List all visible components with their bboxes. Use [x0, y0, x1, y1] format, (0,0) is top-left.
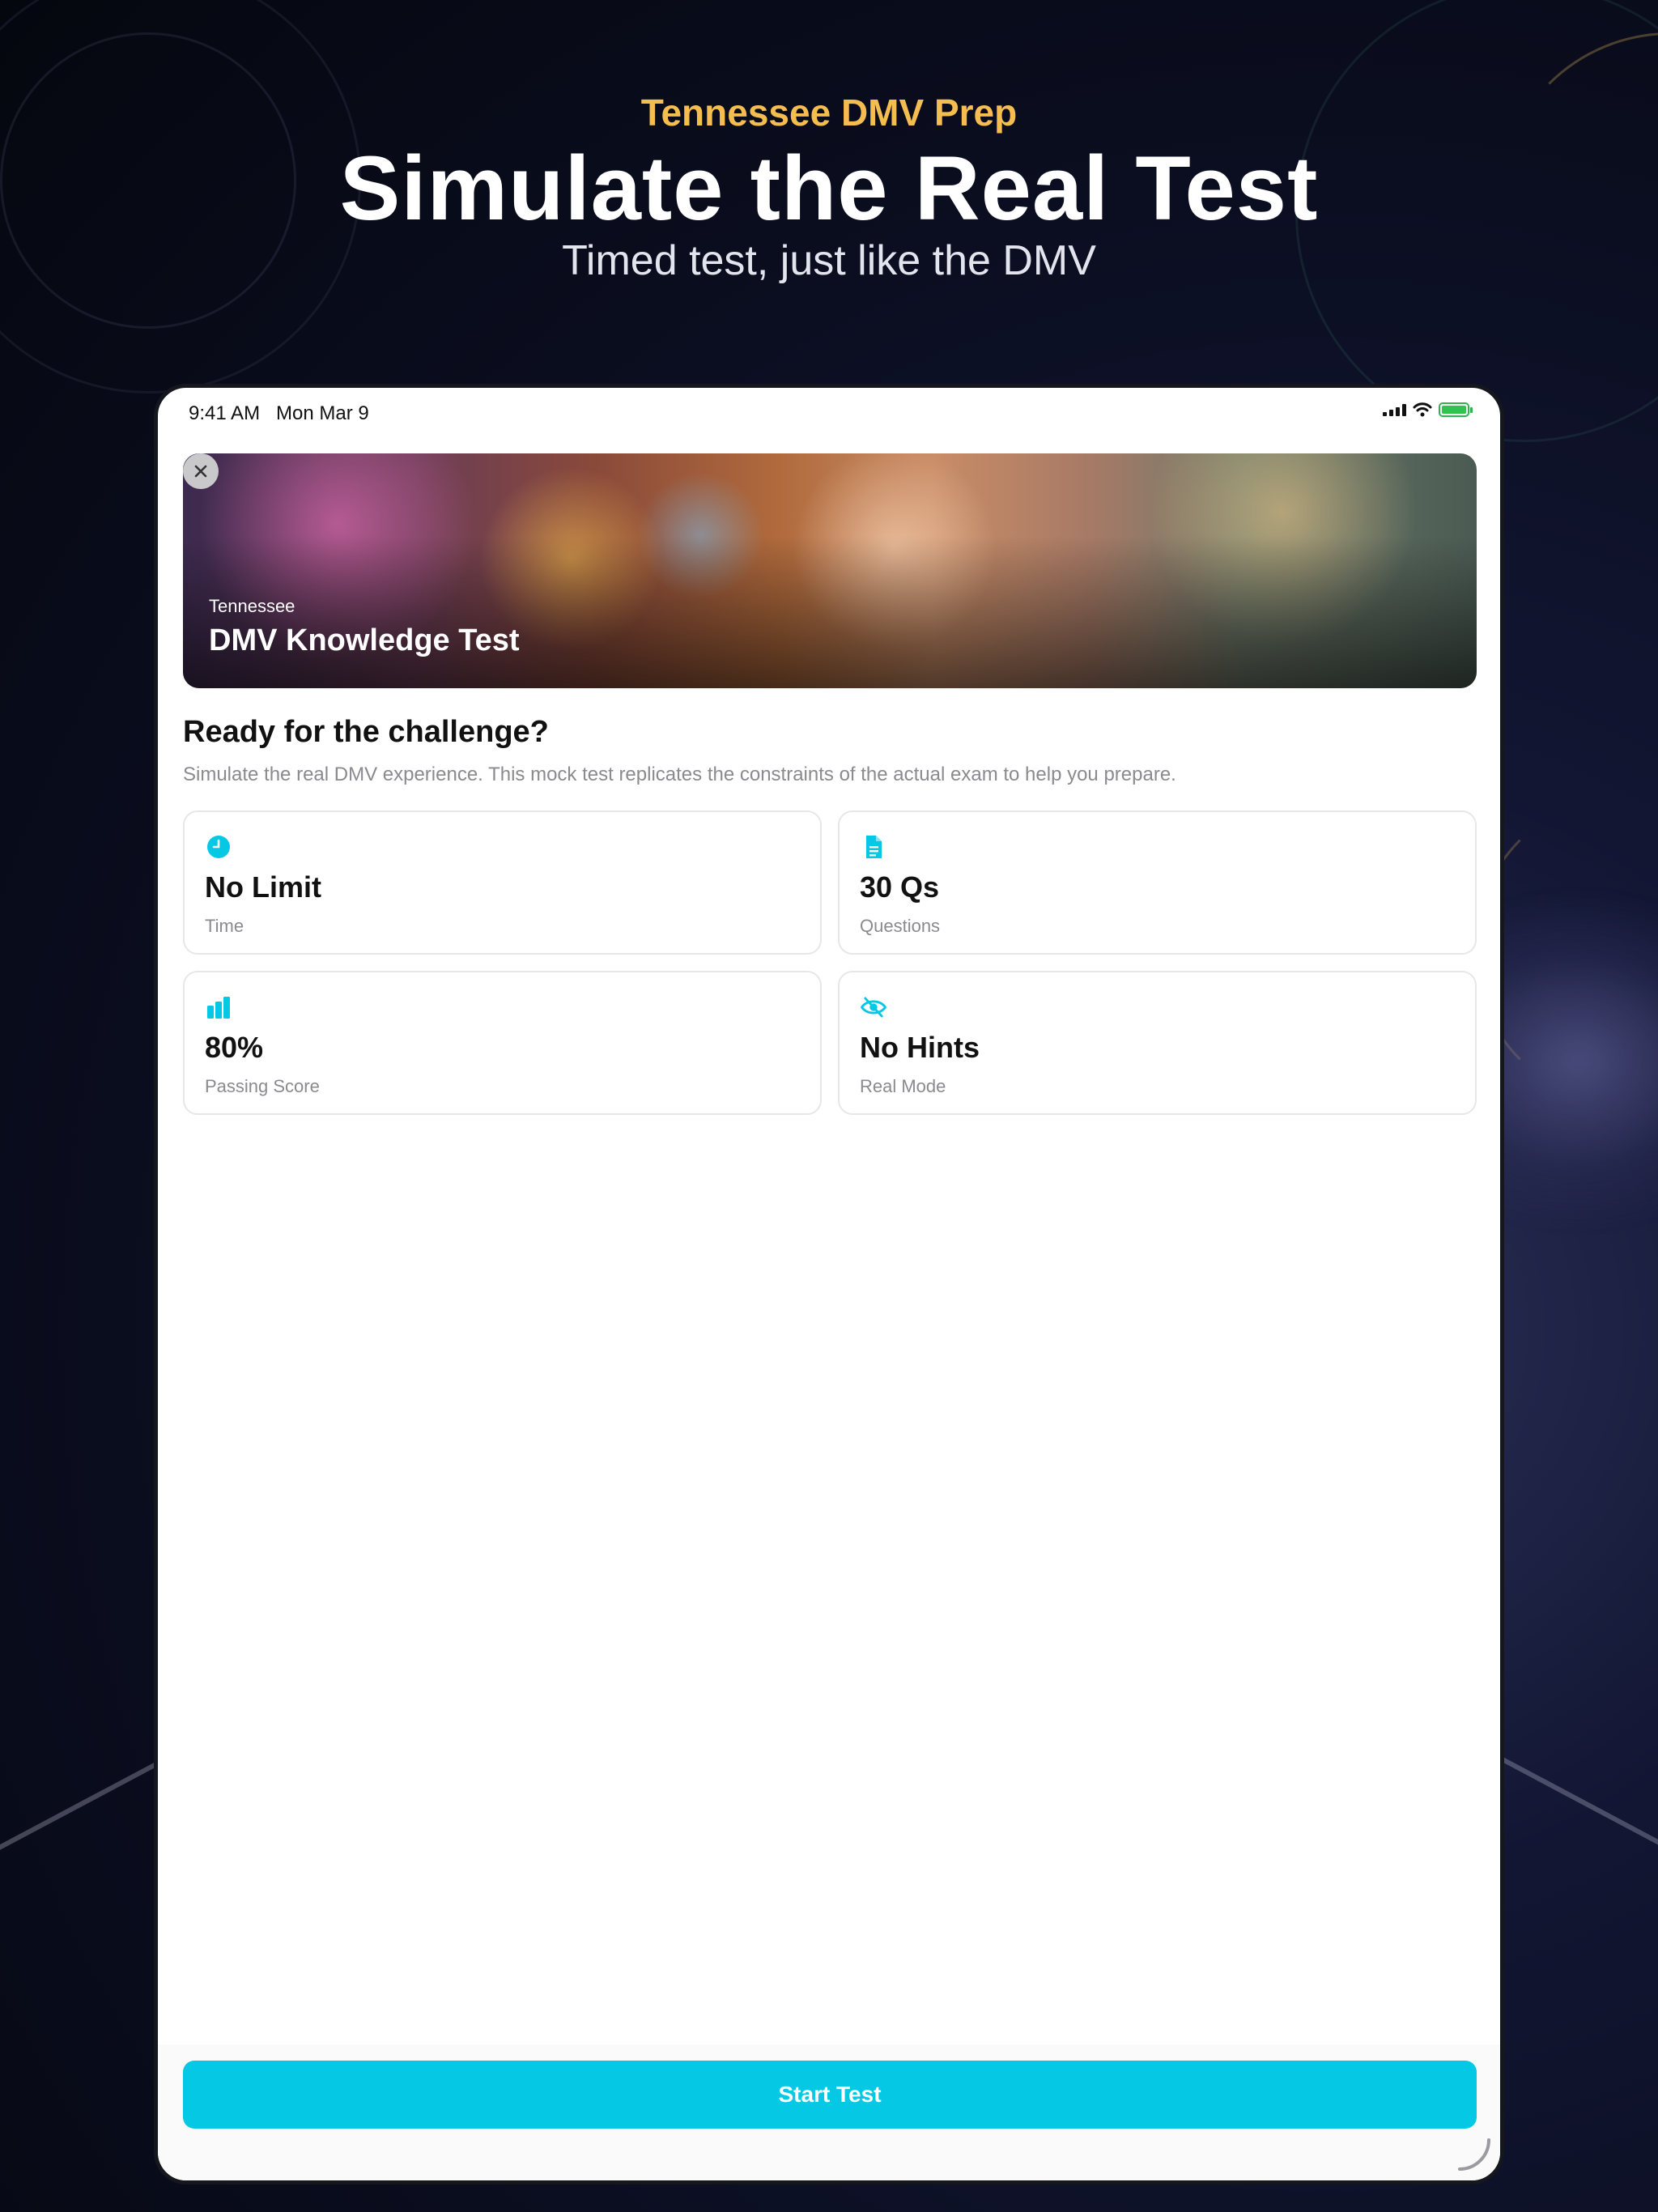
close-button[interactable]: [183, 453, 219, 489]
cellular-signal-icon: [1383, 403, 1406, 416]
battery-charging-icon: [1439, 402, 1473, 417]
challenge-description: Simulate the real DMV experience. This m…: [183, 764, 1176, 785]
banner-title: DMV Knowledge Test: [209, 623, 520, 657]
info-card-questions: 30 Qs Questions: [838, 810, 1477, 955]
tablet-frame: 9:41 AM Mon Mar 9 Tennessee DMV Knowledg…: [154, 384, 1504, 2184]
hero-banner-image: Tennessee DMV Knowledge Test: [183, 453, 1477, 688]
document-icon: [866, 836, 882, 858]
info-card-value: No Limit: [205, 870, 321, 904]
resize-handle-icon: [1458, 2138, 1490, 2171]
status-bar: 9:41 AM Mon Mar 9: [158, 388, 1500, 436]
info-card-label: Passing Score: [205, 1076, 320, 1096]
footer-bar: Start Test: [158, 2044, 1500, 2180]
hero-title: Simulate the Real Test: [339, 138, 1319, 239]
road-line: [1484, 1748, 1658, 1852]
hero-kicker: Tennessee DMV Prep: [640, 91, 1018, 134]
start-test-button[interactable]: Start Test: [183, 2061, 1477, 2129]
close-icon: [194, 465, 207, 478]
bar-chart-icon: [207, 997, 230, 1019]
hero-subtitle: Timed test, just like the DMV: [562, 237, 1096, 284]
info-card-value: 30 Qs: [860, 870, 940, 904]
info-card-time: No Limit Time: [183, 810, 822, 955]
wifi-icon: [1413, 402, 1432, 417]
info-card-value: 80%: [205, 1031, 264, 1064]
banner-state-label: Tennessee: [209, 596, 295, 616]
clock-icon: [207, 836, 230, 858]
info-card-label: Questions: [860, 916, 941, 936]
info-card-real-mode: No Hints Real Mode: [838, 971, 1477, 1115]
info-card-label: Real Mode: [860, 1076, 946, 1096]
info-card-label: Time: [205, 916, 244, 936]
test-info-grid: No Limit Time 30 Qs Questions 80% Passin…: [183, 810, 1477, 1115]
info-card-value: No Hints: [860, 1031, 980, 1064]
eye-slash-icon: [860, 997, 887, 1018]
status-icons: [1383, 402, 1473, 417]
status-time: 9:41 AM Mon Mar 9: [189, 402, 369, 424]
info-card-passing-score: 80% Passing Score: [183, 971, 822, 1115]
challenge-title: Ready for the challenge?: [183, 715, 549, 749]
